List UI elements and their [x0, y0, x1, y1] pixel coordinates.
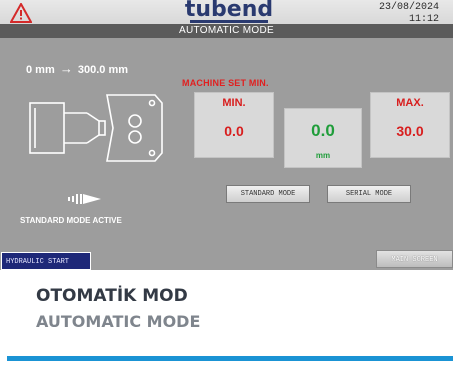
range-end: 300.0 mm: [77, 64, 129, 76]
date-text: 23/08/2024: [378, 2, 439, 13]
warning-triangle-icon[interactable]: [10, 3, 32, 23]
current-value: 0.0: [311, 121, 335, 140]
range-start: 0 mm: [26, 64, 55, 76]
main-screen-button[interactable]: MAIN SCREEN: [376, 250, 453, 268]
hydraulic-start-button[interactable]: HYDRAULIC START: [1, 252, 91, 270]
min-label: MIN.: [222, 97, 246, 109]
standard-mode-icon: [68, 194, 101, 204]
mode-status: STANDARD MODE ACTIVE: [20, 216, 122, 225]
current-unit: mm: [315, 151, 331, 160]
hmi-panel: 0 mm → 300.0 mm MACHINE SET MIN. MIN. 0.…: [0, 38, 453, 270]
min-value-box[interactable]: MIN. 0.0: [194, 92, 274, 158]
max-value: 30.0: [396, 123, 424, 139]
hmi-top-bar: tubend 23/08/2024 11:12 AUTOMATIC MODE: [0, 0, 453, 38]
max-value-box[interactable]: MAX. 30.0: [370, 92, 450, 158]
max-label: MAX.: [396, 97, 424, 109]
bender-head-drawing: [29, 94, 163, 162]
range-display: 0 mm → 300.0 mm: [26, 61, 128, 76]
current-value-box: 0.0 mm: [284, 108, 362, 168]
right-arrow-icon: →: [59, 61, 73, 76]
accent-divider: [7, 356, 453, 361]
min-value: 0.0: [224, 123, 244, 139]
caption-title-en: AUTOMATIC MODE: [36, 312, 201, 331]
caption-title-tr: OTOMATİK MOD: [36, 286, 188, 306]
standard-mode-button[interactable]: STANDARD MODE: [226, 185, 310, 203]
machine-set-title: MACHINE SET MIN.: [182, 78, 269, 88]
screen-title: AUTOMATIC MODE: [0, 24, 453, 38]
datetime-display: 23/08/2024 11:12: [379, 2, 439, 26]
brand-underline: [190, 20, 268, 23]
serial-mode-button[interactable]: SERIAL MODE: [327, 185, 411, 203]
brand-logo: tubend: [184, 0, 274, 22]
